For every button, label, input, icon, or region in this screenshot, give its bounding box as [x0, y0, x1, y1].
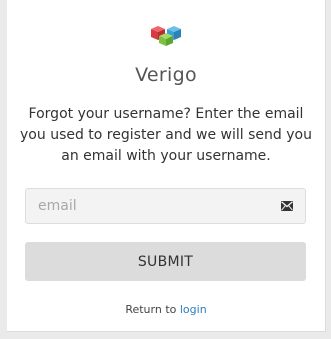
cubes-logo-icon	[151, 26, 181, 46]
submit-button[interactable]: SUBMIT	[25, 242, 306, 281]
login-link[interactable]: login	[180, 303, 207, 316]
forgot-username-card: Verigo Forgot your username? Enter the e…	[7, 0, 326, 332]
logo	[7, 24, 325, 50]
email-field[interactable]	[25, 188, 306, 224]
brand-name: Verigo	[135, 64, 197, 86]
email-input[interactable]	[38, 189, 278, 223]
return-prefix: Return to	[125, 303, 177, 316]
return-to-login: Return to login	[7, 303, 325, 316]
instructions-text: Forgot your username? Enter the email yo…	[20, 106, 312, 164]
envelope-icon	[281, 201, 293, 211]
